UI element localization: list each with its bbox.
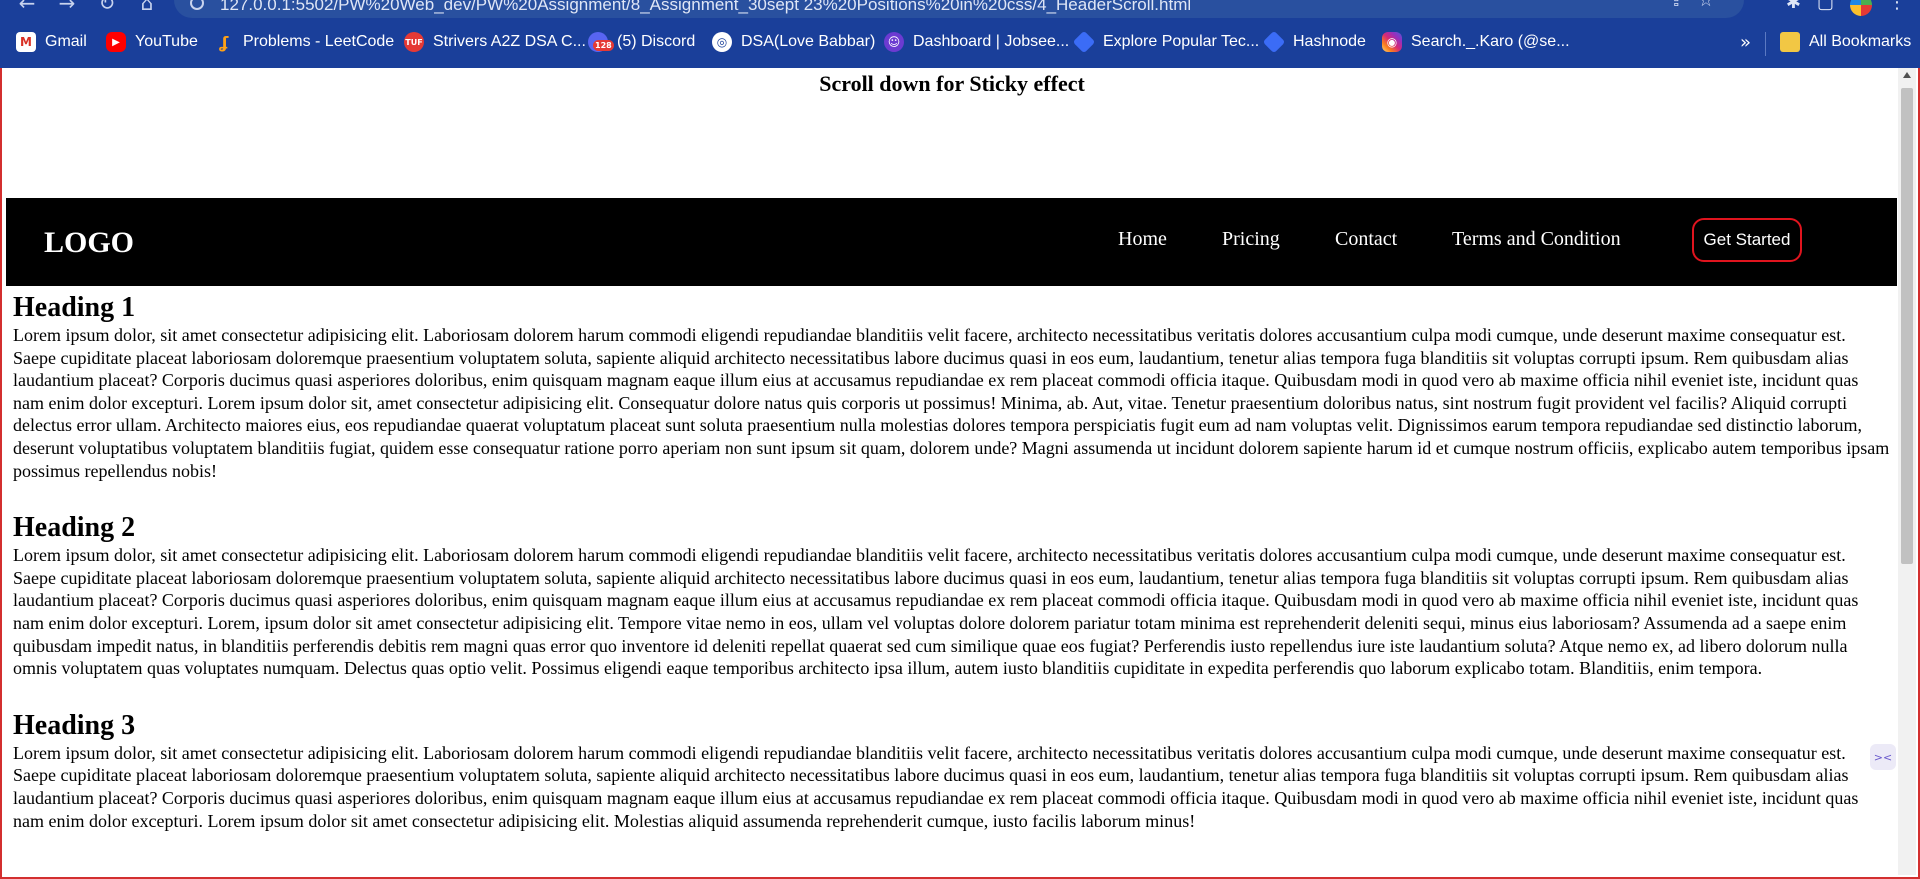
- notification-badge: 128: [593, 40, 614, 51]
- nav-pricing[interactable]: Pricing: [1222, 228, 1280, 251]
- jobsee-icon: ☺: [884, 32, 904, 52]
- section-1: Heading 1 Lorem ipsum dolor, sit amet co…: [13, 292, 1891, 482]
- extensions-icon[interactable]: ✱: [1786, 0, 1801, 16]
- scroll-message: Scroll down for Sticky effect: [819, 71, 1085, 96]
- url-text[interactable]: 127.0.0.1:5502/PW%20Web_dev/PW%20Assignm…: [220, 0, 1191, 14]
- bookmark-explore[interactable]: Explore Popular Tec...: [1072, 30, 1259, 54]
- all-bookmarks[interactable]: All Bookmarks: [1780, 32, 1911, 52]
- section-body: Lorem ipsum dolor, sit amet consectetur …: [13, 742, 1859, 831]
- bookmarks-divider: [1765, 32, 1766, 56]
- section-3: Heading 3 Lorem ipsum dolor, sit amet co…: [13, 710, 1891, 832]
- section-body: Lorem ipsum dolor, sit amet consectetur …: [13, 325, 1890, 481]
- nav-contact[interactable]: Contact: [1335, 228, 1397, 251]
- get-started-button[interactable]: Get Started: [1692, 218, 1802, 262]
- folder-icon: [1780, 32, 1800, 52]
- section-heading: Heading 2: [13, 512, 136, 544]
- youtube-icon: ▶: [106, 32, 126, 52]
- bookmark-discord[interactable]: 128 (5) Discord: [588, 32, 695, 52]
- nav-home[interactable]: Home: [1118, 228, 1167, 251]
- diamond-icon: [1072, 30, 1096, 54]
- menu-icon[interactable]: ⋮: [1888, 0, 1906, 16]
- logo[interactable]: LOGO: [44, 226, 134, 260]
- extension-widget-icon[interactable]: ><: [1870, 744, 1896, 770]
- more-bookmarks-icon[interactable]: »: [1740, 32, 1751, 53]
- tuf-icon: TUF: [404, 32, 424, 52]
- section-heading: Heading 1: [13, 292, 136, 323]
- bookmark-hashnode[interactable]: Hashnode: [1262, 30, 1366, 54]
- section-body: Lorem ipsum dolor, sit amet consectetur …: [13, 545, 1859, 679]
- browser-toolbar: ← → ↻ ⌂ 127.0.0.1:5502/PW%20Web_dev/PW%2…: [0, 0, 1920, 20]
- star-icon[interactable]: ☆: [1698, 0, 1728, 11]
- bookmarks-bar: M Gmail ▶ YouTube ʆ Problems - LeetCode …: [0, 20, 1920, 69]
- forward-icon[interactable]: →: [54, 0, 80, 15]
- gmail-icon: M: [16, 32, 36, 52]
- bookmark-strivers[interactable]: TUF Strivers A2Z DSA C...: [404, 32, 586, 52]
- bookmark-leetcode[interactable]: ʆ Problems - LeetCode: [214, 32, 395, 52]
- share-icon[interactable]: ⇪: [1669, 0, 1698, 11]
- page-content: Heading 1 Lorem ipsum dolor, sit amet co…: [13, 292, 1891, 862]
- bookmark-jobsee[interactable]: ☺ Dashboard | Jobsee...: [884, 32, 1069, 52]
- address-bar[interactable]: 127.0.0.1:5502/PW%20Web_dev/PW%20Assignm…: [174, 0, 1744, 18]
- site-info-icon[interactable]: [190, 0, 204, 10]
- nav-buttons: ← → ↻ ⌂: [14, 0, 160, 15]
- bookmark-dsa[interactable]: ◎ DSA(Love Babbar): [712, 32, 875, 52]
- bookmark-youtube[interactable]: ▶ YouTube: [106, 32, 198, 52]
- bookmark-gmail[interactable]: M Gmail: [16, 32, 87, 52]
- leetcode-icon: ʆ: [219, 32, 229, 52]
- side-panel-icon[interactable]: ▢: [1817, 0, 1834, 16]
- reload-icon[interactable]: ↻: [94, 0, 120, 15]
- hashnode-icon: [1262, 30, 1286, 54]
- page-viewport: Scroll down for Sticky effect LOGO Home …: [0, 68, 1920, 879]
- sticky-header: LOGO Home Pricing Contact Terms and Cond…: [6, 198, 1897, 286]
- back-icon[interactable]: ←: [14, 0, 40, 15]
- scrollbar[interactable]: [1898, 68, 1916, 875]
- dsa-icon: ◎: [712, 32, 732, 52]
- scroll-up-icon[interactable]: [1903, 72, 1911, 78]
- discord-icon: 128: [588, 32, 614, 52]
- section-2: Heading 2 Lorem ipsum dolor, sit amet co…: [13, 512, 1891, 680]
- section-heading: Heading 3: [13, 709, 136, 741]
- home-icon[interactable]: ⌂: [134, 0, 160, 15]
- instagram-icon: ◉: [1382, 32, 1402, 52]
- profile-avatar[interactable]: [1850, 0, 1872, 16]
- scrollbar-thumb[interactable]: [1901, 88, 1913, 564]
- nav-terms[interactable]: Terms and Condition: [1452, 228, 1621, 251]
- bookmark-instagram[interactable]: ◉ Search._.Karo (@se...: [1382, 32, 1570, 52]
